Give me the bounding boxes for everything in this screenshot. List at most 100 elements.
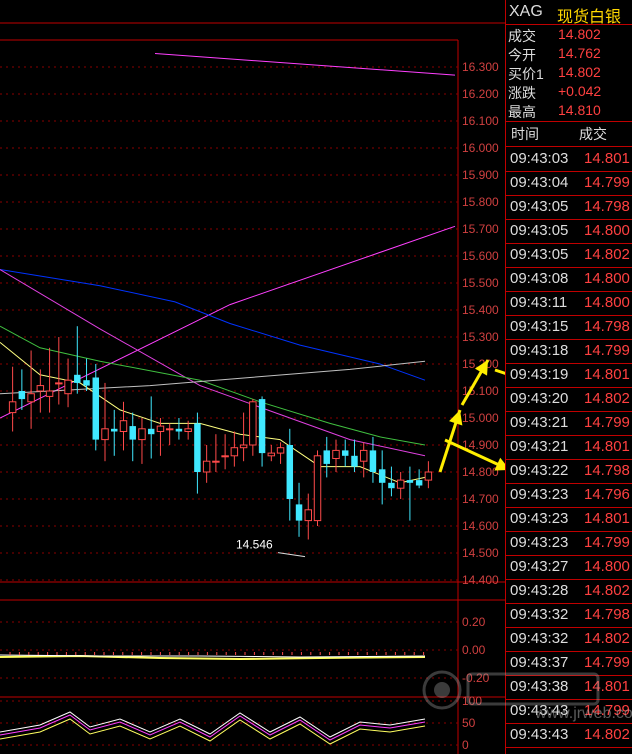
tick-price: 14.801 (584, 510, 630, 527)
macd-tick-label: 0.00 (462, 643, 486, 657)
tick-row: 09:43:03 14.801 (506, 148, 632, 172)
tick-price: 14.799 (584, 534, 630, 551)
price-tick-label: 16.000 (462, 141, 499, 155)
price-tick-label: 15.700 (462, 222, 499, 236)
tick-row: 09:43:04 14.799 (506, 172, 632, 196)
tick-price: 14.798 (584, 606, 630, 623)
candle-body (202, 460, 211, 473)
tick-time: 09:43:23 (510, 486, 569, 503)
candle-body (184, 428, 192, 432)
stat-label: 涨跌 (508, 85, 536, 101)
price-tick-label: 16.100 (462, 114, 499, 128)
tick-price: 14.798 (584, 198, 630, 215)
tick-row: 09:43:05 14.798 (506, 196, 632, 220)
candle-body (74, 374, 81, 383)
candle-body (92, 377, 100, 440)
candle-body (286, 445, 294, 499)
symbol-name: 现货白银 (557, 9, 622, 26)
tick-time: 09:43:11 (510, 294, 568, 311)
tick-row: 09:43:19 14.801 (506, 364, 632, 388)
watermark-url: www.jrweb.com (535, 705, 632, 722)
symbol-code: XAG (509, 3, 543, 20)
tick-row: 09:43:23 14.801 (506, 508, 632, 532)
candle-body (332, 449, 340, 459)
tick-time: 09:43:15 (510, 318, 569, 335)
candle-body (45, 390, 54, 397)
tick-price: 14.800 (584, 558, 630, 575)
candle-body (129, 426, 136, 440)
tick-row: 09:43:23 14.799 (506, 532, 632, 556)
divider (506, 121, 632, 122)
ma-line (0, 360, 426, 395)
tick-price: 14.801 (584, 366, 630, 383)
candle-body (194, 423, 201, 472)
price-tick-label: 16.300 (462, 60, 499, 74)
tick-time: 09:43:03 (510, 150, 569, 167)
tick-price: 14.800 (584, 270, 630, 287)
candle-body (388, 482, 395, 489)
tick-time: 09:43:23 (510, 534, 569, 551)
annotation-arrow (494, 368, 505, 375)
candle-body (221, 455, 229, 458)
stat-row: 成交 14.802 (508, 26, 632, 46)
candle-body (249, 401, 257, 446)
tick-time: 09:43:05 (510, 198, 569, 215)
ticks-time-header: 时间 (511, 126, 539, 142)
candle-body (111, 428, 118, 432)
candle-body (304, 509, 313, 522)
tick-price: 14.800 (584, 294, 630, 311)
tick-row: 09:43:11 14.800 (506, 292, 632, 316)
price-tick-label: 15.800 (462, 195, 499, 209)
candle-body (313, 455, 322, 522)
candle-body (369, 450, 377, 472)
candle-body (239, 444, 248, 449)
stat-value: 14.762 (558, 45, 601, 61)
tick-price: 14.800 (584, 222, 630, 239)
tick-time: 09:43:20 (510, 390, 569, 407)
price-tick-label: 14.500 (462, 546, 499, 560)
tick-row: 09:43:27 14.800 (506, 556, 632, 580)
tick-time: 09:43:08 (510, 270, 569, 287)
tick-time: 09:43:04 (510, 174, 569, 191)
stat-label: 买价1 (508, 66, 544, 82)
tick-price: 14.801 (584, 150, 630, 167)
kdj-j-line (0, 711, 426, 738)
candle-body (138, 428, 146, 441)
stat-value: 14.810 (558, 102, 601, 118)
stat-row: 涨跌 +0.042 (508, 83, 632, 103)
price-tick-label: 14.700 (462, 492, 499, 506)
tick-price: 14.802 (584, 630, 630, 647)
ma-line (154, 53, 456, 76)
stat-row: 今开 14.762 (508, 45, 632, 65)
tick-row: 09:43:05 14.800 (506, 220, 632, 244)
candle-body (165, 428, 174, 431)
ma-line (0, 269, 426, 457)
tick-price: 14.799 (584, 342, 630, 359)
tick-row: 09:43:20 14.802 (506, 388, 632, 412)
divider (506, 146, 632, 147)
stat-value: 14.802 (558, 26, 601, 42)
candle-body (175, 428, 183, 432)
tick-row: 09:43:08 14.800 (506, 268, 632, 292)
tick-price: 14.802 (584, 582, 630, 599)
kline-chart[interactable]: 16.300 16.200 16.100 16.000 15.900 15.800 15.7… (0, 0, 505, 754)
stat-value: +0.042 (558, 83, 602, 99)
tick-time: 09:43:18 (510, 342, 569, 359)
quote-panel: XAG 现货白银 成交 14.802 今开 14.762 买价1 14.802 … (505, 0, 632, 754)
candle-body (119, 420, 128, 433)
price-tick-label: 14.800 (462, 465, 499, 479)
tick-row: 09:43:05 14.802 (506, 244, 632, 268)
candle-body (323, 450, 330, 464)
candle-body (230, 447, 239, 457)
tick-time: 09:43:32 (510, 606, 569, 623)
tick-price: 14.798 (584, 318, 630, 335)
tick-row: 09:43:28 14.802 (506, 580, 632, 604)
tick-time: 09:43:05 (510, 246, 569, 263)
tick-row: 09:43:32 14.798 (506, 604, 632, 628)
candle-body (396, 479, 405, 489)
candle-body (258, 399, 266, 454)
tick-row: 09:43:18 14.799 (506, 340, 632, 364)
candle-body (55, 382, 63, 385)
tick-time: 09:43:21 (510, 414, 569, 431)
candle-body (351, 455, 358, 467)
